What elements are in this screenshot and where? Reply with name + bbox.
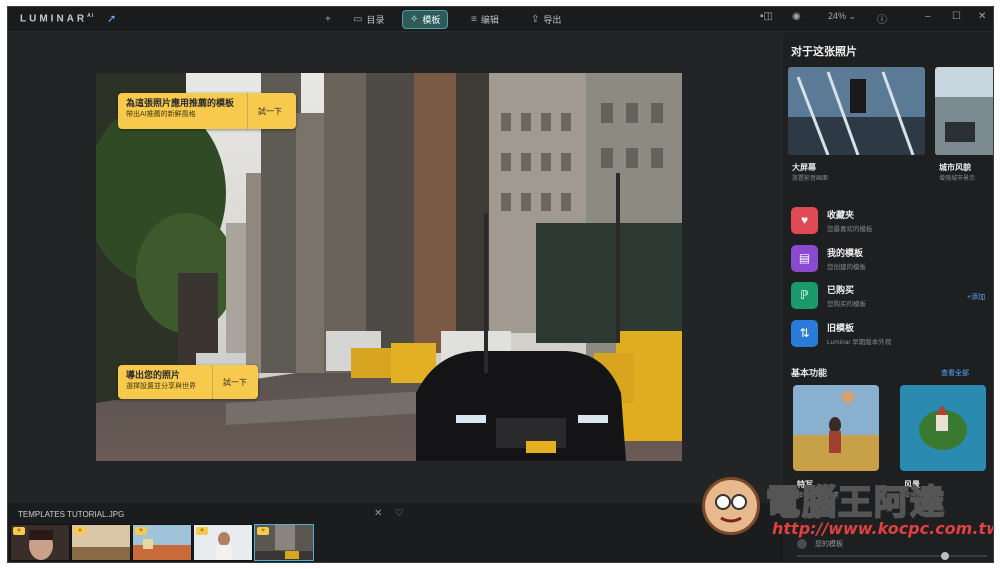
panel-title: 对于这张照片 xyxy=(791,46,857,58)
export-icon: ⇪ xyxy=(531,14,540,25)
slider-knob[interactable] xyxy=(941,552,949,560)
feature-card-landscape[interactable] xyxy=(900,385,986,471)
document-icon: ▤ xyxy=(791,244,818,272)
main-photo[interactable]: 為這張照片應用推薦的模板 帶出AI推薦的新鮮風格 試一下 導出您的照片 選擇設置… xyxy=(96,73,682,461)
export-tip-banner: 導出您的照片 選擇設置並分享與世界 試一下 xyxy=(118,365,258,399)
heart-icon[interactable]: ♡ xyxy=(394,508,403,519)
film-thumb[interactable]: ✧ xyxy=(193,524,253,561)
luminar-window: LUMINARAI ➚ + ▭ 目录 ✧ 模板 ≡ 编辑 ⇪ 导出 ▪◫ ◉ 2… xyxy=(7,6,994,563)
zoom-level[interactable]: 24% ⌄ xyxy=(828,11,856,22)
film-thumb-selected[interactable]: ✧ xyxy=(254,524,314,561)
add-link[interactable]: +添加 xyxy=(967,292,985,302)
rocket-icon[interactable]: ➚ xyxy=(107,12,116,25)
tab-catalog[interactable]: ▭ 目录 xyxy=(346,10,391,29)
heart-icon: ♥ xyxy=(791,206,818,234)
compare-icon[interactable]: ▪◫ xyxy=(760,11,773,22)
eye-icon[interactable]: ◉ xyxy=(792,11,801,22)
sliders-icon: ≡ xyxy=(471,14,477,25)
try-export-button[interactable]: 試一下 xyxy=(213,365,257,399)
help-icon[interactable]: ⓘ xyxy=(877,11,887,26)
film-thumb[interactable]: ✧ xyxy=(132,524,192,561)
template-badge-icon: ✧ xyxy=(135,527,147,535)
top-bar: LUMINARAI ➚ + ▭ 目录 ✧ 模板 ≡ 编辑 ⇪ 导出 ▪◫ ◉ 2… xyxy=(8,7,993,32)
filmstrip-title: TEMPLATES TUTORIAL.JPG xyxy=(18,510,125,519)
close-icon[interactable]: ✕ xyxy=(374,508,382,519)
panel-slider[interactable] xyxy=(797,552,987,560)
folder-icon: ▭ xyxy=(353,14,363,25)
purchase-icon: ℙ xyxy=(791,281,818,309)
add-button[interactable]: + xyxy=(318,10,338,29)
collection-my-templates[interactable]: ▤ 我的模板 您创建的模板 xyxy=(791,243,991,273)
sparkle-icon: ✧ xyxy=(410,14,419,25)
film-thumb[interactable]: ✧ xyxy=(71,524,131,561)
see-all-link[interactable]: 查看全部 xyxy=(941,368,969,378)
city-street-photo xyxy=(96,73,682,461)
filmstrip: TEMPLATES TUTORIAL.JPG ✕ ♡ ✧ ✧ ✧ ✧ ✧ xyxy=(8,503,783,562)
tab-export[interactable]: ⇪ 导出 xyxy=(524,10,568,29)
collection-favorites[interactable]: ♥ 收藏夹 您最喜欢的模板 xyxy=(791,205,991,235)
maximize-icon[interactable]: ☐ xyxy=(952,11,961,22)
try-template-button[interactable]: 試一下 xyxy=(248,93,292,129)
mascot-icon xyxy=(702,477,760,535)
collection-purchased[interactable]: ℙ 已购买 您购买的模板 xyxy=(791,280,991,310)
template-badge-icon: ✧ xyxy=(196,527,208,535)
template-card-big-screen[interactable] xyxy=(788,67,925,155)
swap-arrows-icon: ⇅ xyxy=(791,319,818,347)
tab-templates[interactable]: ✧ 模板 xyxy=(402,10,449,29)
film-thumb[interactable]: ✧ xyxy=(10,524,70,561)
close-icon[interactable]: ✕ xyxy=(978,11,986,22)
minimize-icon[interactable]: – xyxy=(925,11,931,22)
app-logo: LUMINARAI xyxy=(20,13,95,25)
image-canvas: 為這張照片應用推薦的模板 帶出AI推薦的新鮮風格 試一下 導出您的照片 選擇設置… xyxy=(8,33,783,503)
watermark: 電腦王阿達 http://www.kocpc.com.tw xyxy=(702,473,993,543)
collection-legacy-templates[interactable]: ⇅ 旧模板 Luminar 早期版本外观 xyxy=(791,318,991,348)
section-essentials: 基本功能 xyxy=(791,368,828,378)
template-badge-icon: ✧ xyxy=(74,527,86,535)
template-tip-banner: 為這張照片應用推薦的模板 帶出AI推薦的新鮮風格 試一下 xyxy=(118,93,296,129)
tab-edit[interactable]: ≡ 编辑 xyxy=(464,10,506,29)
template-card-cityscape[interactable] xyxy=(935,67,993,155)
template-badge-icon: ✧ xyxy=(13,527,25,535)
feature-card-closeup[interactable] xyxy=(793,385,879,471)
template-badge-icon: ✧ xyxy=(257,527,269,535)
